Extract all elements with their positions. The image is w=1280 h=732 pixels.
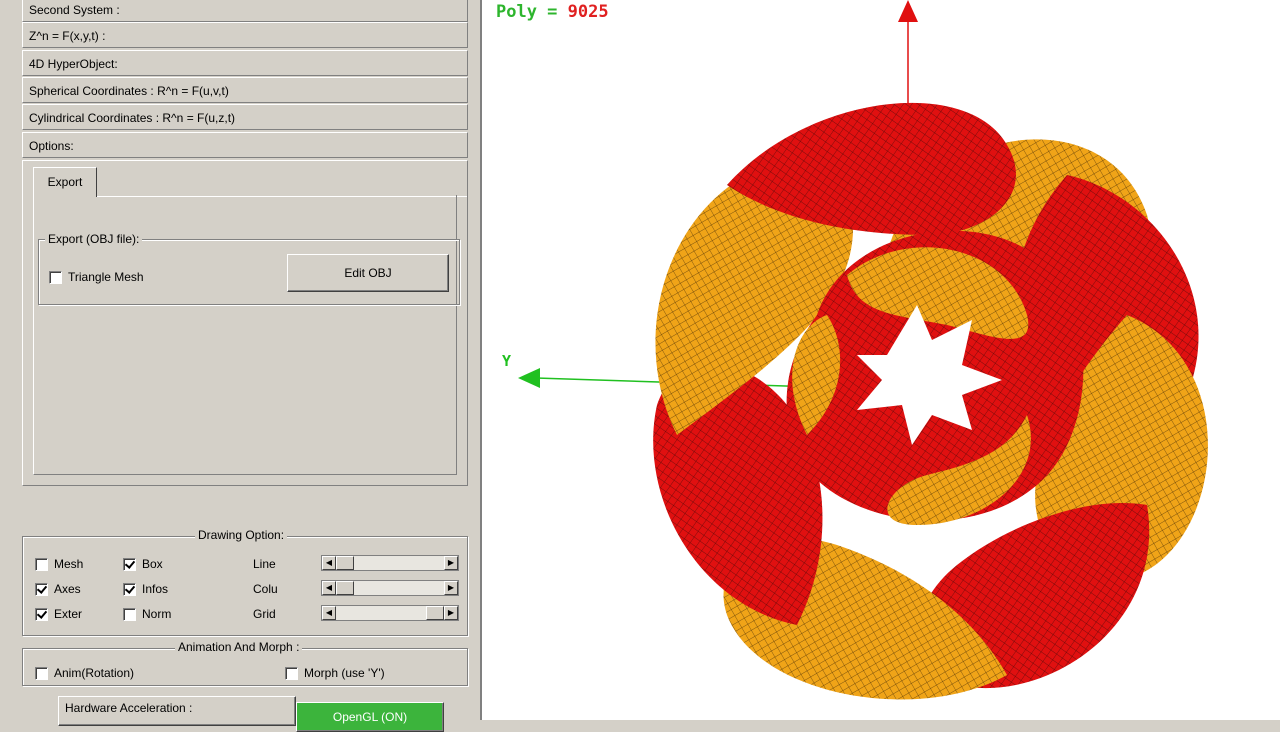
axes-label: Axes — [54, 582, 81, 596]
options-panel: Export Export (OBJ file): Triangle Mesh … — [22, 160, 468, 486]
morph-box[interactable] — [285, 666, 298, 680]
infos-checkbox[interactable]: Infos — [123, 582, 168, 596]
triangle-mesh-label: Triangle Mesh — [68, 270, 144, 284]
mesh-box[interactable] — [35, 557, 48, 571]
box-checkbox[interactable]: Box — [123, 557, 163, 571]
exter-box[interactable] — [35, 607, 48, 621]
grid-slider[interactable]: ◀ ▶ — [321, 605, 459, 621]
exter-label: Exter — [54, 607, 83, 621]
anim-rotation-label: Anim(Rotation) — [54, 666, 135, 680]
infos-box[interactable] — [123, 582, 136, 596]
norm-checkbox[interactable]: Norm — [123, 607, 171, 621]
colu-label: Colu — [253, 582, 278, 596]
export-group: Export (OBJ file): Triangle Mesh Edit OB… — [38, 232, 460, 305]
render-viewport[interactable]: Poly = 9025 Y — [480, 0, 1280, 720]
anim-rotation-box[interactable] — [35, 666, 48, 680]
tab-bar: Export — [33, 165, 467, 197]
morph-checkbox[interactable]: Morph (use 'Y') — [285, 666, 385, 680]
hardware-acceleration-box: Hardware Acceleration : — [58, 696, 296, 726]
twisted-torus — [653, 102, 1208, 700]
section-spherical[interactable]: Spherical Coordinates : R^n = F(u,v,t) — [22, 77, 468, 103]
colu-slider-right-icon[interactable]: ▶ — [444, 581, 458, 595]
triangle-mesh-checkbox[interactable]: Triangle Mesh — [49, 270, 144, 284]
hardware-acceleration-label: Hardware Acceleration : — [65, 701, 193, 715]
norm-box[interactable] — [123, 607, 136, 621]
control-panel: Second System : Z^n = F(x,y,t) : 4D Hype… — [0, 0, 480, 732]
line-slider[interactable]: ◀ ▶ — [321, 555, 459, 571]
grid-slider-thumb[interactable] — [426, 606, 444, 620]
section-z-function[interactable]: Z^n = F(x,y,t) : — [22, 22, 468, 48]
drawing-option-title: Drawing Option: — [195, 528, 288, 542]
animation-group: Animation And Morph : Anim(Rotation) Mor… — [22, 640, 468, 686]
line-slider-right-icon[interactable]: ▶ — [444, 556, 458, 570]
animation-title: Animation And Morph : — [175, 640, 303, 654]
panel-edge — [0, 0, 18, 720]
axes-checkbox[interactable]: Axes — [35, 582, 81, 596]
opengl-button[interactable]: OpenGL (ON) — [296, 702, 444, 732]
line-label: Line — [253, 557, 276, 571]
colu-slider-left-icon[interactable]: ◀ — [322, 581, 336, 595]
section-options[interactable]: Options: — [22, 132, 468, 158]
export-group-label: Export (OBJ file): — [45, 232, 143, 246]
y-axis-label: Y — [502, 352, 511, 370]
mesh-label: Mesh — [54, 557, 84, 571]
line-slider-thumb[interactable] — [336, 556, 354, 570]
colu-slider-thumb[interactable] — [336, 581, 354, 595]
axes-box[interactable] — [35, 582, 48, 596]
box-box[interactable] — [123, 557, 136, 571]
norm-label: Norm — [142, 607, 172, 621]
section-second-system[interactable]: Second System : — [22, 0, 468, 22]
drawing-option-group: Drawing Option: Mesh Box Line ◀ ▶ Axes I… — [22, 528, 468, 636]
exter-checkbox[interactable]: Exter — [35, 607, 82, 621]
y-axis-arrow-icon — [518, 368, 540, 388]
grid-label: Grid — [253, 607, 276, 621]
box-label: Box — [142, 557, 163, 571]
colu-slider[interactable]: ◀ ▶ — [321, 580, 459, 596]
grid-slider-right-icon[interactable]: ▶ — [444, 606, 458, 620]
z-axis-arrow-icon — [898, 0, 918, 22]
surface-render: Y — [502, 0, 1208, 700]
export-tab-body: Export (OBJ file): Triangle Mesh Edit OB… — [33, 195, 460, 475]
section-4d-hyperobject[interactable]: 4D HyperObject: — [22, 50, 468, 76]
mesh-checkbox[interactable]: Mesh — [35, 557, 83, 571]
anim-rotation-checkbox[interactable]: Anim(Rotation) — [35, 666, 134, 680]
morph-label: Morph (use 'Y') — [304, 666, 385, 680]
section-cylindrical[interactable]: Cylindrical Coordinates : R^n = F(u,z,t) — [22, 104, 468, 130]
line-slider-left-icon[interactable]: ◀ — [322, 556, 336, 570]
grid-slider-left-icon[interactable]: ◀ — [322, 606, 336, 620]
triangle-mesh-box[interactable] — [49, 270, 62, 284]
edit-obj-button[interactable]: Edit OBJ — [287, 254, 449, 292]
tab-export[interactable]: Export — [33, 167, 97, 197]
infos-label: Infos — [142, 582, 169, 596]
